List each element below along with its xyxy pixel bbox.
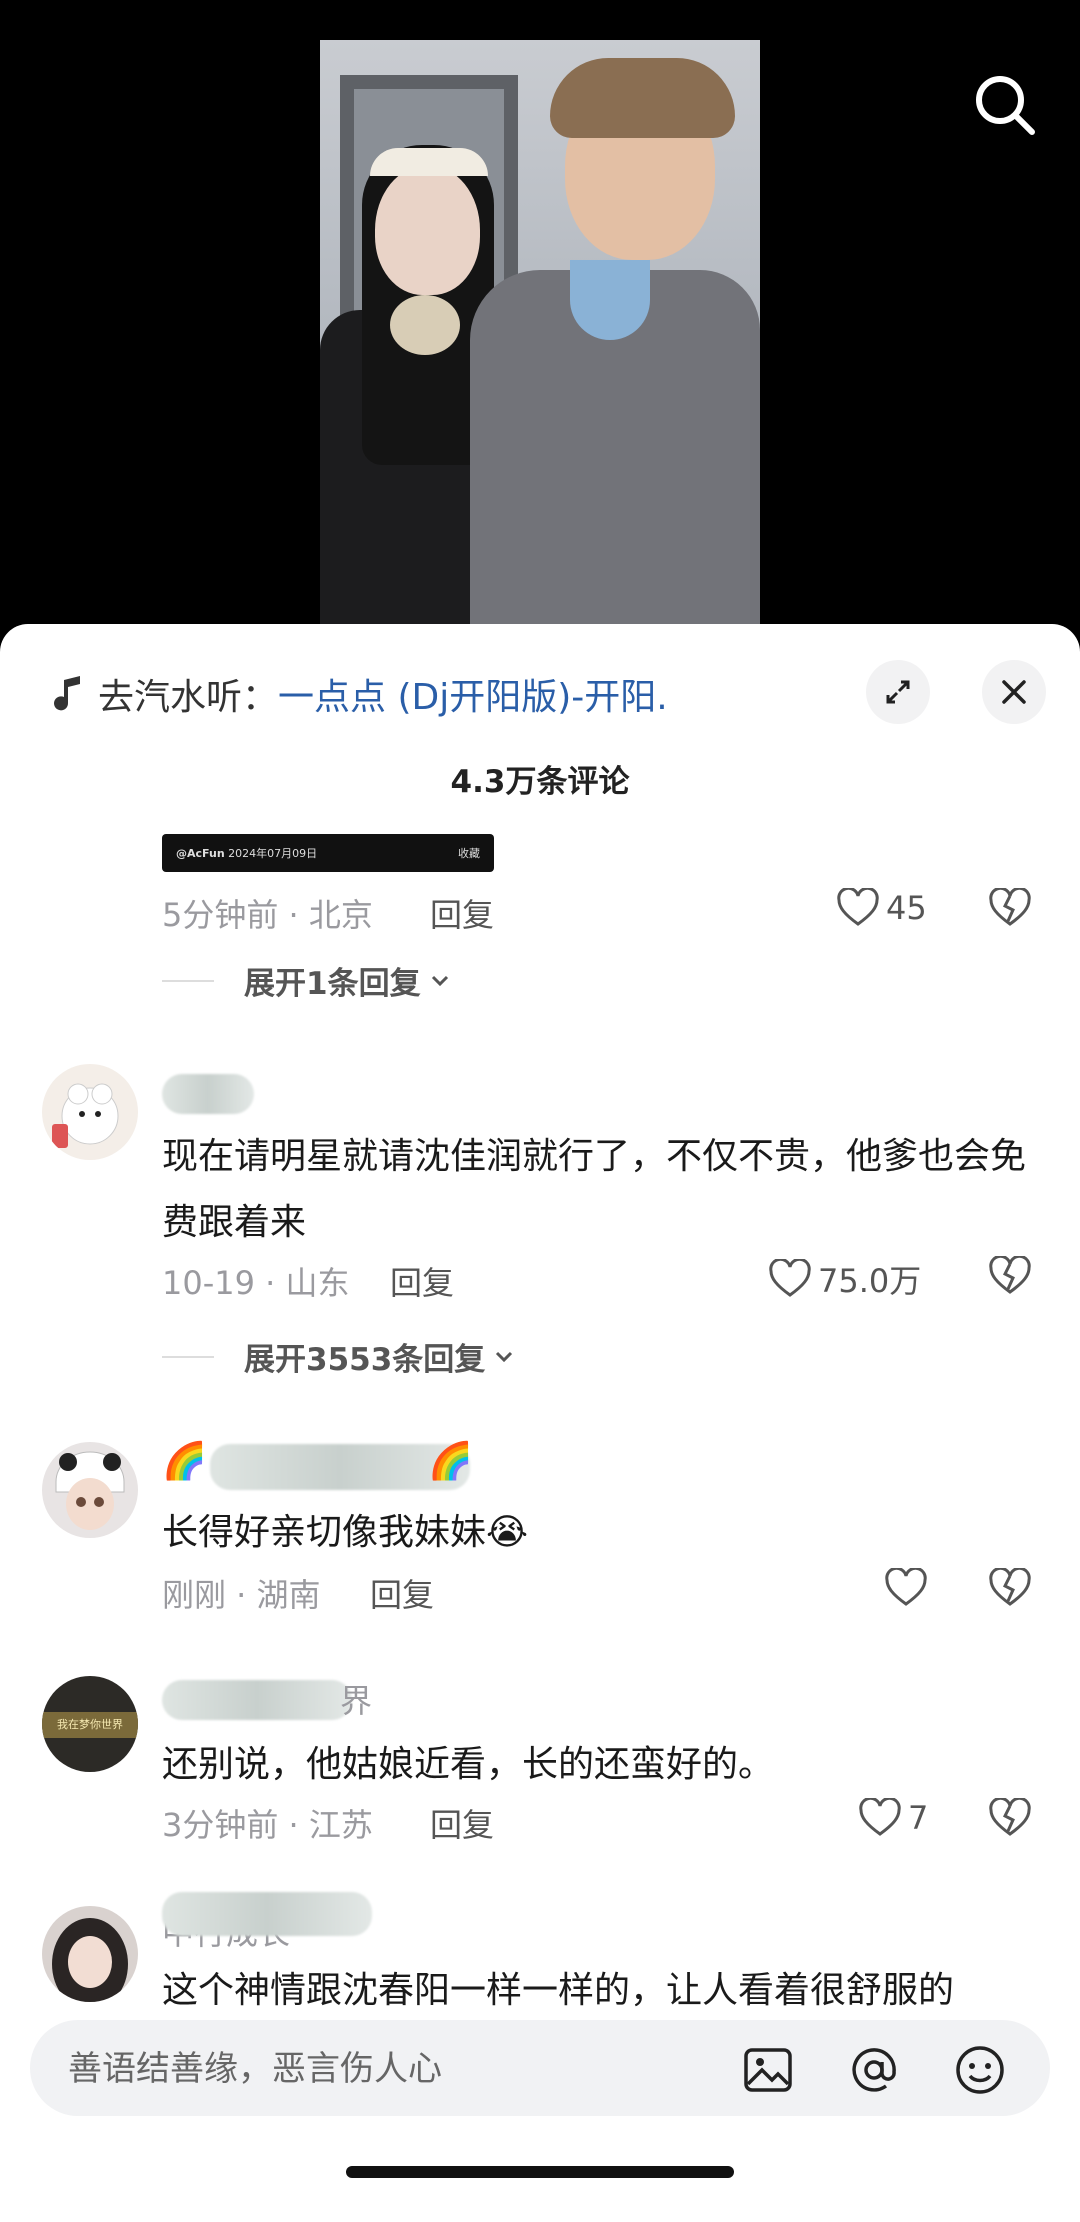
divider-line [162,1355,214,1358]
like-button[interactable]: 45 [836,888,927,928]
image-icon[interactable] [742,2044,794,2096]
like-count: 7 [908,1799,929,1837]
music-link[interactable]: 去汽水听： 一点点 (Dj开阳版)-开阳. [48,664,668,724]
close-icon[interactable] [982,660,1046,724]
reply-button[interactable]: 回复 [430,890,494,936]
broken-heart-icon [989,1566,1031,1606]
expand-replies-button[interactable]: 展开3553条回复 [162,1334,517,1379]
dislike-button[interactable] [988,1796,1032,1842]
at-icon[interactable] [848,2044,900,2096]
chevron-down-icon [496,1351,513,1362]
music-prefix: 去汽水听： [98,677,279,718]
username-blurred[interactable] [162,1680,352,1720]
expand-label: 展开1条回复 [244,966,421,1002]
comment-text: 还别说，他姑娘近看，长的还蛮好的。 [162,1744,775,1785]
comment-image[interactable]: @AcFun 2024年07月09日 收藏 [162,834,494,872]
image-tag: 收藏 [458,847,480,860]
broken-heart-icon [989,1254,1031,1294]
video-girl-headband [370,148,488,176]
like-count: 75.0万 [818,1262,922,1300]
comment-meta: 3分钟前 · 江苏 [162,1806,373,1844]
divider-line [162,979,214,982]
comment-count: 4.3万条评论 [450,764,630,800]
like-count: 45 [886,889,927,927]
comment-input[interactable] [66,2020,710,2118]
comment-meta: 刚刚 · 湖南 [162,1576,321,1614]
music-note-icon [54,676,80,711]
like-button[interactable]: 75.0万 [768,1256,921,1302]
video-girl-collar [390,295,460,355]
dislike-button[interactable] [988,886,1032,932]
music-song-title[interactable]: 一点点 (Dj开阳版)-开阳. [278,668,668,720]
comment-list[interactable]: @AcFun 2024年07月09日 收藏 5分钟前 · 北京 回复 45 展开… [0,824,1080,2024]
video-man-collar [570,260,650,340]
avatar[interactable]: 我在梦你世界 [42,1676,138,1772]
username-decoration: 🌈 [162,1441,207,1482]
image-date: 2024年07月09日 [228,847,318,860]
video-man-hair [550,58,735,138]
comment-meta: 5分钟前 · 北京 [162,896,373,934]
emoji-icon[interactable] [954,2044,1006,2096]
broken-heart-icon [989,1796,1031,1836]
username-partial: 界 [340,1682,373,1720]
heart-icon [885,1568,927,1606]
reply-button[interactable]: 回复 [430,1800,494,1846]
chevron-down-icon [431,975,448,986]
video-player[interactable] [0,0,1080,640]
reply-button[interactable]: 回复 [390,1258,454,1304]
reply-button[interactable]: 回复 [370,1570,434,1616]
dislike-button[interactable] [988,1566,1032,1612]
expand-label: 展开3553条回复 [244,1342,486,1378]
dislike-button[interactable] [988,1254,1032,1300]
expand-icon[interactable] [866,660,930,724]
expand-replies-button[interactable]: 展开1条回复 [162,958,453,1003]
comment-input-bar [30,2020,1050,2118]
comment-text: 这个神情跟沈春阳一样一样的，让人看着很舒服的 [162,1970,955,2011]
home-indicator[interactable] [346,2166,734,2178]
comment-text: 长得好亲切像我妹妹😭 [162,1512,529,1553]
heart-icon [837,888,879,926]
video-frame [320,40,760,640]
search-icon[interactable] [970,70,1040,140]
username-decoration: 🌈 [428,1441,473,1482]
comment-text: 现在请明星就请沈佳润就行了，不仅不贵，他爹也会免费跟着来 [162,1136,1027,1243]
avatar[interactable] [42,1442,138,1538]
heart-icon [859,1798,901,1836]
image-watermark: @AcFun [176,847,225,860]
video-girl-face [375,165,480,295]
broken-heart-icon [989,886,1031,926]
comment-sheet: 去汽水听： 一点点 (Dj开阳版)-开阳. 4.3万条评论 @AcFun 202… [0,624,1080,2222]
username-blurred[interactable] [162,1074,254,1114]
username-blurred[interactable] [162,1892,372,1936]
like-button[interactable]: 7 [858,1798,928,1838]
avatar[interactable] [42,1064,138,1160]
comment-meta: 10-19 · 山东 [162,1264,350,1302]
heart-icon [769,1259,811,1297]
avatar-text: 我在梦你世界 [42,1712,138,1738]
like-button[interactable] [884,1568,934,1608]
avatar[interactable] [42,1906,138,2002]
